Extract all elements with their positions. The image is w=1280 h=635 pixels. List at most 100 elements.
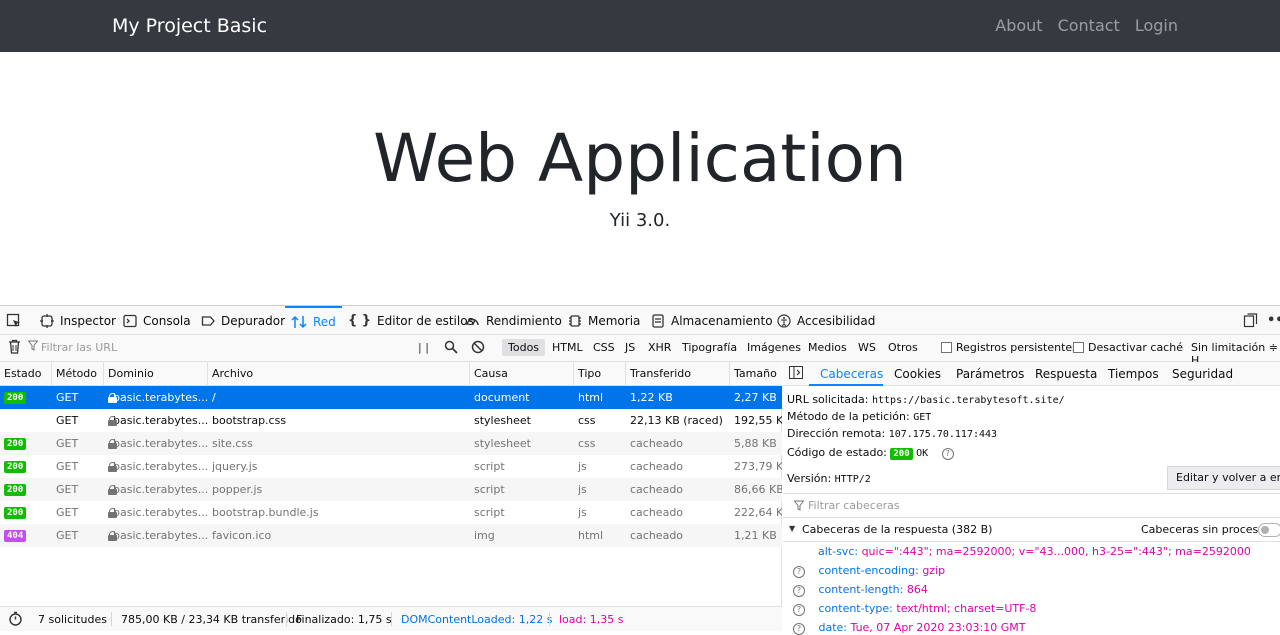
tab-memory[interactable]: Memoria: [568, 306, 640, 335]
request-domain: basic.terabytes...: [108, 529, 208, 542]
column-header-size[interactable]: Tamaño: [730, 362, 782, 385]
tab-storage[interactable]: Almacenamiento: [651, 306, 773, 335]
request-transferred: cacheado: [630, 529, 684, 542]
disable-cache-checkbox[interactable]: Desactivar caché: [1073, 341, 1183, 354]
header-row: ? content-encoding: gzip: [793, 564, 945, 578]
request-transferred: 22,13 KB (raced): [630, 414, 723, 427]
pause-icon[interactable]: | |: [418, 341, 429, 354]
filter-type-html[interactable]: HTML: [546, 339, 589, 356]
tab-style-editor[interactable]: { } Editor de estilos: [348, 306, 474, 335]
transfer-size: 785,00 KB / 23,34 KB transferido: [121, 613, 302, 626]
filter-type-js[interactable]: JS: [619, 339, 641, 356]
finished-time: Finalizado: 1,75 s: [296, 613, 392, 626]
table-row[interactable]: 200 GET basic.terabytes... site.css styl…: [0, 432, 782, 455]
column-header-cause[interactable]: Causa: [470, 362, 574, 385]
request-domain: basic.terabytes...: [108, 437, 208, 450]
filter-type-xhr[interactable]: XHR: [642, 339, 677, 356]
status-badge: [4, 409, 48, 432]
request-type: html: [578, 529, 604, 542]
tab-headers[interactable]: Cabeceras: [820, 367, 883, 381]
table-row[interactable]: 200 GET basic.terabytes... bootstrap.bun…: [0, 501, 782, 524]
accessibility-icon: [777, 313, 791, 328]
request-type: html: [578, 391, 604, 404]
nav-link-login[interactable]: Login: [1135, 16, 1178, 35]
block-icon[interactable]: [471, 340, 485, 357]
network-icon: [291, 315, 307, 329]
filter-type-all[interactable]: Todos: [502, 339, 546, 356]
tab-performance[interactable]: Rendimiento: [465, 306, 562, 335]
column-header-file[interactable]: Archivo: [208, 362, 470, 385]
table-row[interactable]: 200 GET basic.terabytes... jquery.js scr…: [0, 455, 782, 478]
tab-network[interactable]: Red: [285, 306, 342, 335]
filter-type-other[interactable]: Otros: [882, 339, 924, 356]
tab-accessibility[interactable]: Accesibilidad: [777, 306, 875, 335]
navbar: My Project Basic About Contact Login: [0, 0, 1280, 52]
help-icon[interactable]: ?: [793, 603, 805, 616]
request-type: js: [578, 460, 587, 473]
element-picker-button[interactable]: [6, 306, 22, 335]
more-options-button[interactable]: ••: [1267, 306, 1280, 335]
request-method: GET: [56, 483, 79, 496]
tab-debugger[interactable]: Depurador: [201, 306, 285, 335]
request-size: 86,66 KB: [734, 483, 782, 496]
request-file: jquery.js: [212, 460, 258, 473]
filter-type-ws[interactable]: WS: [852, 339, 882, 356]
status-badge: 404: [4, 529, 27, 542]
help-icon[interactable]: ?: [793, 565, 805, 578]
remote-address-row: Dirección remota: 107.175.70.117:443: [787, 427, 998, 440]
dock-button[interactable]: [1243, 306, 1258, 335]
request-cause: script: [474, 483, 505, 496]
request-count: 7 solicitudes: [38, 613, 107, 626]
clear-button[interactable]: [8, 339, 21, 357]
hero-subtitle: Yii 3.0.: [609, 210, 671, 231]
table-row[interactable]: 404 GET basic.terabytes... favicon.ico i…: [0, 524, 782, 547]
table-row[interactable]: GET basic.terabytes... bootstrap.css sty…: [0, 409, 782, 432]
tab-response[interactable]: Respuesta: [1035, 367, 1097, 381]
request-domain: basic.terabytes...: [108, 414, 208, 427]
column-header-type[interactable]: Tipo: [574, 362, 626, 385]
request-method: GET: [56, 437, 79, 450]
nav-link-contact[interactable]: Contact: [1058, 16, 1120, 35]
help-icon[interactable]: ?: [793, 584, 805, 597]
table-row[interactable]: 200 GET basic.terabytes... popper.js scr…: [0, 478, 782, 501]
response-headers-section[interactable]: ▼ Cabeceras de la respuesta (382 B) Cabe…: [783, 518, 1280, 542]
tab-params[interactable]: Parámetros: [956, 367, 1024, 381]
search-icon[interactable]: [444, 340, 458, 357]
column-header-domain[interactable]: Dominio: [104, 362, 208, 385]
tab-security[interactable]: Seguridad: [1172, 367, 1233, 381]
stopwatch-icon[interactable]: [8, 611, 23, 629]
hero: Web Application Yii 3.0.: [0, 52, 1280, 305]
request-file: bootstrap.bundle.js: [212, 506, 319, 519]
request-url-row: URL solicitada: https://basic.terabyteso…: [787, 393, 1065, 406]
url-filter-input[interactable]: Filtrar las URL: [41, 341, 117, 354]
help-icon[interactable]: ?: [941, 447, 954, 460]
filter-type-images[interactable]: Imágenes: [741, 339, 807, 356]
request-cause: document: [474, 391, 530, 404]
column-header-method[interactable]: Método: [52, 362, 104, 385]
request-transferred: cacheado: [630, 437, 684, 450]
headers-filter-input[interactable]: Filtrar cabeceras: [783, 493, 1280, 518]
filter-type-media[interactable]: Medios: [802, 339, 853, 356]
tab-console[interactable]: Consola: [123, 306, 191, 335]
nav-link-about[interactable]: About: [995, 16, 1042, 35]
request-size: 192,55 KB: [734, 414, 782, 427]
help-icon[interactable]: ?: [793, 622, 805, 635]
filter-type-fonts[interactable]: Tipografía: [676, 339, 743, 356]
ellipsis-icon: ••: [1267, 313, 1280, 328]
sidebar-toggle-icon[interactable]: [789, 366, 803, 382]
column-header-transferred[interactable]: Transferido: [626, 362, 730, 385]
table-row[interactable]: 200 GET basic.terabytes... / document ht…: [0, 386, 782, 409]
filter-type-css[interactable]: CSS: [587, 339, 621, 356]
brand-link[interactable]: My Project Basic: [112, 15, 267, 37]
tab-cookies[interactable]: Cookies: [894, 367, 941, 381]
header-row: ? date: Tue, 07 Apr 2020 23:03:10 GMT: [793, 621, 1025, 635]
raw-headers-toggle[interactable]: [1258, 523, 1280, 537]
status-badge: 200: [4, 437, 27, 450]
column-header-status[interactable]: Estado: [0, 362, 52, 385]
tab-timings[interactable]: Tiempos: [1108, 367, 1159, 381]
tab-inspector[interactable]: Inspector: [40, 306, 116, 335]
persist-logs-checkbox[interactable]: Registros persistentes: [941, 341, 1078, 354]
element-picker-icon: [6, 313, 22, 329]
edit-resend-button[interactable]: Editar y volver a enviar: [1167, 466, 1280, 490]
debugger-icon: [201, 314, 215, 328]
